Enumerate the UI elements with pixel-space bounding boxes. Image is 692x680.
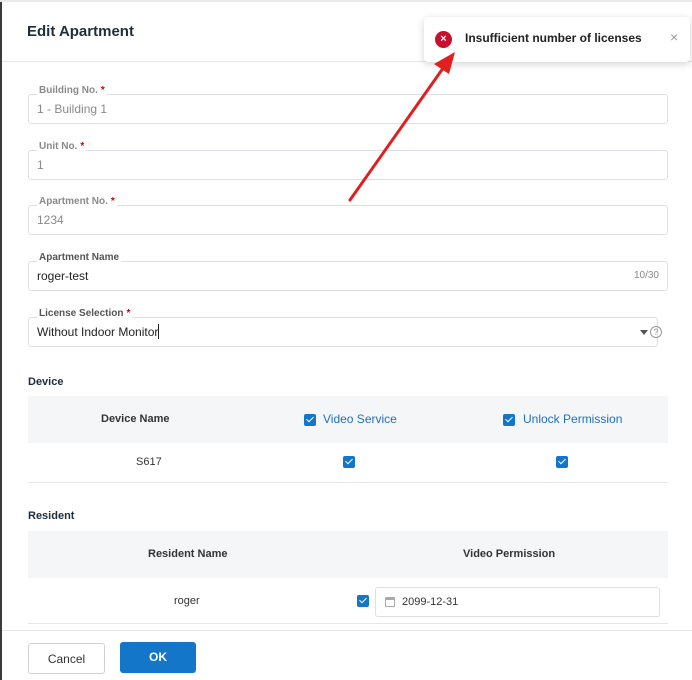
table-row: S617 [28, 443, 668, 483]
apartment-name-field[interactable]: Apartment Name roger-test 10/30 [28, 252, 668, 291]
unlock-permission-column[interactable]: Unlock Permission [523, 412, 622, 426]
video-permission-column: Video Permission [463, 548, 556, 560]
apartment-no-field: Apartment No. * 1234 [28, 196, 668, 235]
expiry-date-input[interactable]: 2099-12-31 [375, 587, 660, 617]
building-value: 1 - Building 1 [37, 102, 108, 116]
window-left-edge [0, 0, 2, 680]
video-permission-checkbox[interactable] [357, 595, 369, 607]
apartment-name-value[interactable]: roger-test [37, 269, 88, 283]
chevron-down-icon[interactable] [640, 330, 648, 335]
apartment-no-value: 1234 [37, 213, 64, 227]
resident-name-cell: roger [174, 595, 200, 607]
building-field: Building No. * 1 - Building 1 [28, 85, 668, 124]
error-toast: × Insufficient number of licenses × [424, 17, 690, 62]
unit-label: Unit No. * [37, 141, 87, 152]
calendar-icon [385, 597, 395, 607]
video-service-column[interactable]: Video Service [323, 412, 397, 426]
resident-table-header: Resident Name Video Permission [28, 531, 668, 578]
cancel-button[interactable]: Cancel [28, 643, 105, 674]
unit-field: Unit No. * 1 [28, 141, 668, 180]
toast-message: Insufficient number of licenses [465, 31, 642, 45]
license-select[interactable]: License Selection * Without Indoor Monito… [28, 308, 658, 347]
dialog-title: Edit Apartment [27, 23, 134, 40]
unit-value: 1 [37, 158, 44, 172]
resident-section-title: Resident [28, 510, 75, 522]
device-section-title: Device [28, 376, 64, 388]
license-label: License Selection * [37, 308, 133, 319]
video-service-checkbox[interactable] [343, 456, 355, 468]
device-table-header: Device Name Video Service Unlock Permiss… [28, 396, 668, 443]
resident-name-column: Resident Name [148, 548, 228, 560]
license-value[interactable]: Without Indoor Monitor [37, 325, 158, 339]
building-label: Building No. * [37, 85, 107, 96]
close-icon[interactable]: × [670, 29, 678, 45]
video-service-all-checkbox[interactable] [304, 414, 316, 426]
device-name-cell: S617 [136, 456, 162, 468]
help-icon[interactable]: ? [650, 326, 662, 338]
expiry-date-value[interactable]: 2099-12-31 [402, 596, 458, 608]
apartment-name-counter: 10/30 [633, 270, 659, 281]
text-cursor [158, 324, 159, 339]
unlock-permission-checkbox[interactable] [556, 456, 568, 468]
error-icon: × [435, 31, 452, 48]
device-name-column: Device Name [101, 413, 170, 425]
unlock-permission-all-checkbox[interactable] [503, 414, 515, 426]
ok-button[interactable]: OK [120, 642, 196, 673]
dialog-footer: Cancel OK [2, 630, 692, 680]
apartment-no-label: Apartment No. * [37, 196, 117, 207]
apartment-name-label: Apartment Name [37, 252, 122, 263]
